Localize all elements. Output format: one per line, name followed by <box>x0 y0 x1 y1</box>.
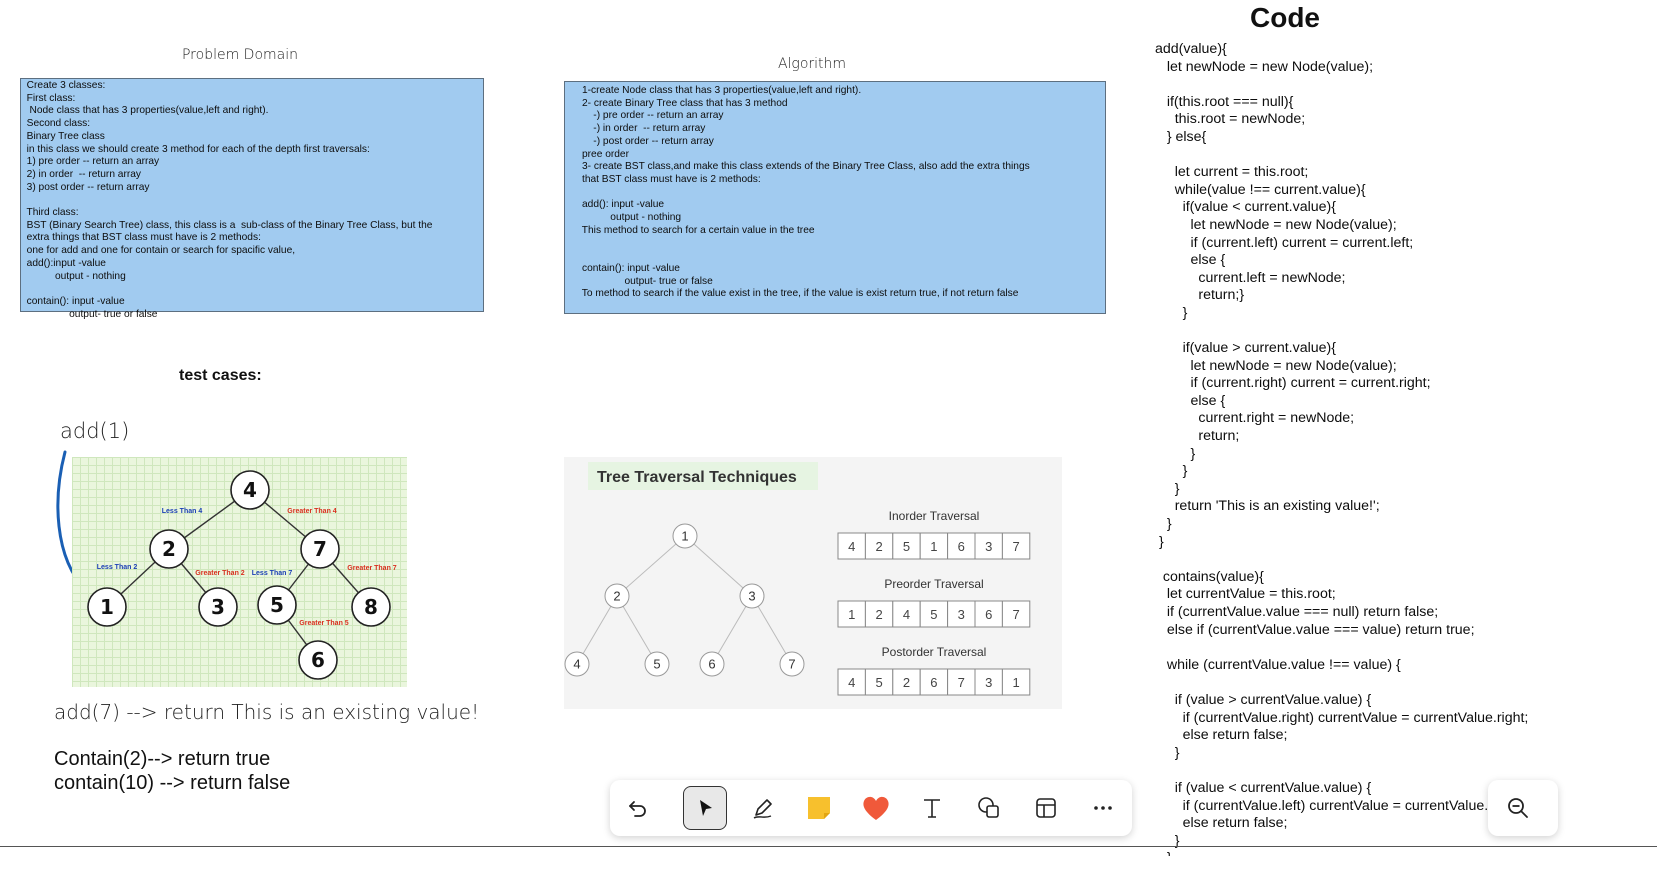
algorithm-title: Algorithm <box>777 56 847 72</box>
preorder-label: Preorder Traversal <box>884 577 983 591</box>
add-7-note[interactable]: add(7) --> return This is an existing va… <box>54 700 479 724</box>
zoom-out-icon[interactable] <box>1496 786 1540 830</box>
bst-edge-label: Less Than 7 <box>252 570 293 577</box>
inorder-value: 7 <box>1012 539 1019 554</box>
preorder-value: 7 <box>1012 607 1019 622</box>
code-title: Code <box>1250 2 1320 33</box>
postorder-value: 6 <box>930 675 937 690</box>
bst-edge-label: Greater Than 4 <box>287 508 337 515</box>
more-icon[interactable] <box>1081 786 1125 830</box>
bst-node-label: 3 <box>211 595 225 619</box>
add-1-note[interactable]: add(1) <box>60 419 129 443</box>
inorder-label: Inorder Traversal <box>889 509 980 523</box>
preorder-value: 5 <box>930 607 937 622</box>
contain-10-note[interactable]: contain(10) --> return false <box>54 772 290 795</box>
inorder-value: 6 <box>958 539 965 554</box>
preorder-value: 1 <box>848 607 855 622</box>
inorder-value: 4 <box>848 539 855 554</box>
problem-domain-box[interactable]: Create 3 classes: First class: Node clas… <box>20 78 484 320</box>
postorder-label: Postorder Traversal <box>882 645 987 659</box>
text-icon[interactable] <box>910 786 954 830</box>
postorder-value: 5 <box>875 675 882 690</box>
bst-diagram-image[interactable]: Less Than 4 Greater Than 4 Less Than 2 Grea… <box>72 457 407 687</box>
inorder-value: 1 <box>930 539 937 554</box>
bst-node-label: 2 <box>162 537 176 561</box>
undo-icon[interactable] <box>616 786 660 830</box>
sticky-note-icon[interactable] <box>797 786 841 830</box>
bst-node-label: 1 <box>100 595 114 619</box>
traversal-node-label: 7 <box>788 657 795 672</box>
traversal-node-label: 2 <box>613 589 620 604</box>
pen-icon[interactable] <box>741 786 785 830</box>
traversal-edge <box>684 535 753 597</box>
bst-node-label: 8 <box>364 595 378 619</box>
postorder-value: 7 <box>958 675 965 690</box>
bst-edge-label: Greater Than 7 <box>347 565 397 572</box>
zoom-control <box>1488 780 1558 836</box>
bst-edge-label: Greater Than 2 <box>195 570 245 577</box>
problem-domain-title: Problem Domain <box>181 47 298 63</box>
bst-edge-label: Greater Than 5 <box>299 620 349 627</box>
bst-node-label: 6 <box>311 648 325 672</box>
reaction-heart-icon[interactable] <box>854 786 898 830</box>
algorithm-box[interactable]: 1-create Node class that has 3 propertie… <box>564 81 1106 314</box>
inorder-value: 2 <box>875 539 882 554</box>
tree-traversal-image[interactable]: Tree Traversal Techniques 1 2 3 4 5 6 7 Inorde… <box>564 457 1062 709</box>
bst-node-label: 4 <box>243 478 257 502</box>
shapes-icon[interactable] <box>967 786 1011 830</box>
template-icon[interactable] <box>1024 786 1068 830</box>
bst-node-label: 5 <box>270 593 284 617</box>
preorder-value: 3 <box>958 607 965 622</box>
bst-edge-label: Less Than 2 <box>97 564 138 571</box>
preorder-value: 4 <box>903 607 910 622</box>
contain-2-note[interactable]: Contain(2)--> return true <box>54 748 270 771</box>
traversal-node-label: 4 <box>573 657 580 672</box>
test-cases-title: test cases: <box>179 367 262 384</box>
postorder-value: 4 <box>848 675 855 690</box>
code-block[interactable]: add(value){ let newNode = new Node(value… <box>1155 41 1655 856</box>
preorder-value: 6 <box>985 607 992 622</box>
postorder-value: 3 <box>985 675 992 690</box>
inorder-value: 3 <box>985 539 992 554</box>
bst-edge-label: Less Than 4 <box>162 508 203 515</box>
traversal-title: Tree Traversal Techniques <box>597 469 797 486</box>
canvas-bottom-edge <box>0 846 1657 847</box>
bst-node-label: 7 <box>313 537 327 561</box>
traversal-node-label: 5 <box>653 657 660 672</box>
traversal-node-label: 1 <box>681 529 688 544</box>
inorder-value: 5 <box>903 539 910 554</box>
whiteboard-toolbar <box>610 780 1132 836</box>
select-pointer-icon[interactable] <box>683 786 727 830</box>
postorder-value: 1 <box>1012 675 1019 690</box>
traversal-node-label: 3 <box>748 589 755 604</box>
traversal-node-label: 6 <box>708 657 715 672</box>
postorder-value: 2 <box>903 675 910 690</box>
preorder-value: 2 <box>875 607 882 622</box>
traversal-edge <box>616 535 686 597</box>
